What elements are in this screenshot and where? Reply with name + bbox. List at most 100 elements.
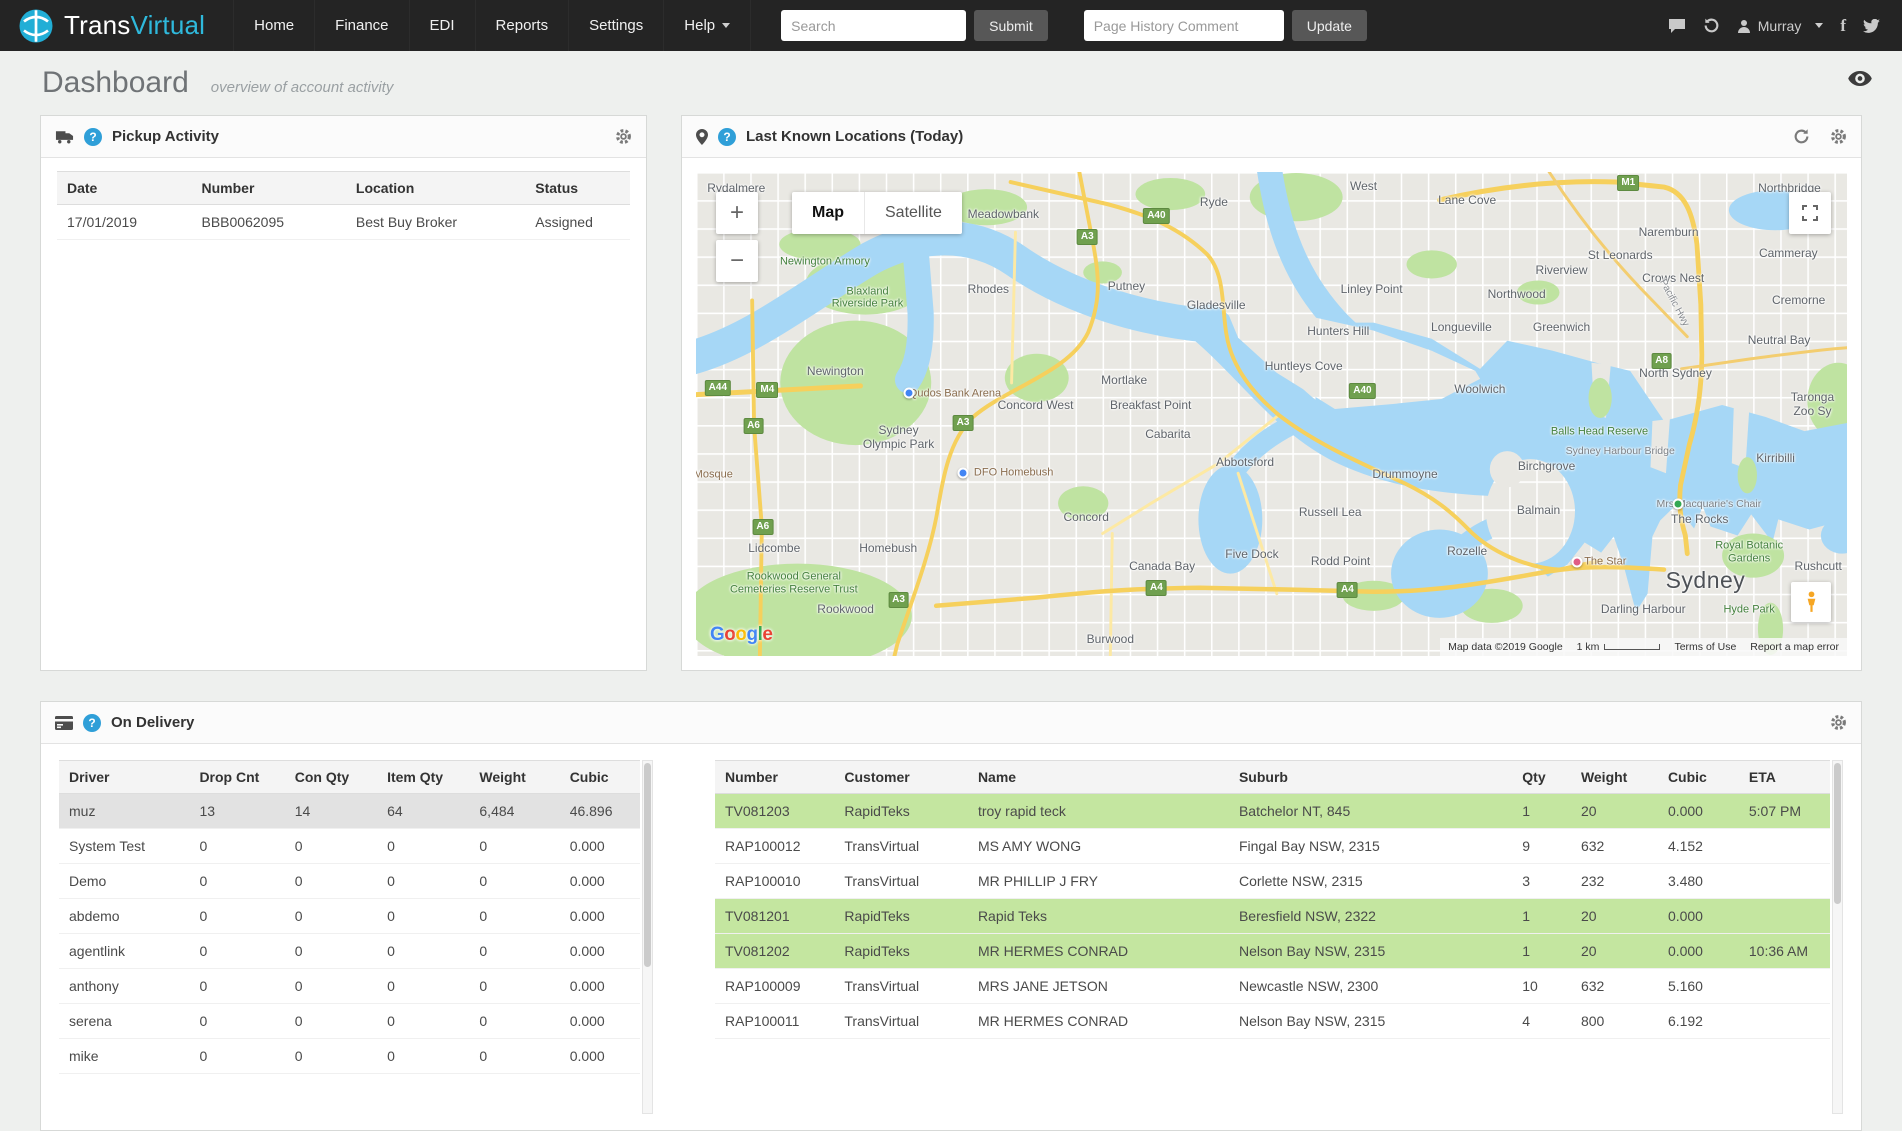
zoom-in-button[interactable]: + — [716, 192, 758, 234]
update-button[interactable]: Update — [1292, 10, 1367, 41]
table-cell — [1739, 899, 1830, 934]
table-cell: 1 — [1512, 934, 1571, 969]
table-cell: 64 — [377, 794, 469, 829]
table-cell: 0.000 — [560, 829, 640, 864]
gear-icon[interactable] — [1830, 128, 1847, 145]
table-row[interactable]: mike00000.000 — [59, 1039, 640, 1074]
nav-item-settings[interactable]: Settings — [568, 0, 663, 51]
table-cell: 0.000 — [560, 1039, 640, 1074]
eye-icon[interactable] — [1848, 71, 1872, 91]
table-row[interactable]: TV081203RapidTekstroy rapid teckBatchelo… — [715, 794, 1830, 829]
table-cell: 3 — [1512, 864, 1571, 899]
zoom-out-button[interactable]: − — [716, 240, 758, 282]
column-header: Date — [57, 172, 192, 205]
help-icon[interactable]: ? — [718, 128, 736, 146]
refresh-icon[interactable] — [1793, 128, 1810, 145]
table-cell: BBB0062095 — [192, 205, 346, 240]
terms-of-use-link[interactable]: Terms of Use — [1674, 641, 1736, 653]
poi-marker[interactable] — [958, 468, 969, 479]
table-row[interactable]: RAP100010TransVirtualMR PHILLIP J FRYCor… — [715, 864, 1830, 899]
column-header: Cubic — [1658, 761, 1739, 794]
chat-icon[interactable] — [1668, 18, 1686, 34]
map-data-text: Map data ©2019 Google — [1448, 641, 1563, 653]
fullscreen-icon[interactable] — [1789, 192, 1831, 234]
table-cell: agentlink — [59, 934, 189, 969]
table-cell: RAP100009 — [715, 969, 834, 1004]
gear-icon[interactable] — [615, 128, 632, 145]
nav-item-home[interactable]: Home — [233, 0, 314, 51]
table-cell: 800 — [1571, 1004, 1658, 1039]
table-cell: 0.000 — [560, 969, 640, 1004]
submit-button[interactable]: Submit — [974, 10, 1048, 41]
twitter-icon[interactable] — [1863, 19, 1880, 33]
report-map-error-link[interactable]: Report a map error — [1750, 641, 1839, 653]
table-row[interactable]: RAP100009TransVirtualMRS JANE JETSONNewc… — [715, 969, 1830, 1004]
map-type-satellite-button[interactable]: Satellite — [864, 192, 962, 234]
help-icon[interactable]: ? — [84, 128, 102, 146]
table-cell: 0.000 — [1658, 794, 1739, 829]
page-history-comment-input[interactable] — [1084, 10, 1284, 41]
table-row[interactable]: Demo00000.000 — [59, 864, 640, 899]
table-cell: 232 — [1571, 864, 1658, 899]
nav-item-reports[interactable]: Reports — [475, 0, 569, 51]
chevron-down-icon — [722, 23, 730, 28]
deliveries-container: NumberCustomerNameSuburbQtyWeightCubicET… — [715, 760, 1843, 1114]
column-header: Con Qty — [285, 761, 377, 794]
table-row[interactable]: System Test00000.000 — [59, 829, 640, 864]
poi-marker[interactable] — [1571, 556, 1582, 567]
table-cell: 3.480 — [1658, 864, 1739, 899]
poi-marker[interactable] — [1672, 499, 1683, 510]
table-header-row: NumberCustomerNameSuburbQtyWeightCubicET… — [715, 761, 1830, 794]
table-row[interactable]: RAP100012TransVirtualMS AMY WONGFingal B… — [715, 829, 1830, 864]
table-row[interactable]: 17/01/2019BBB0062095Best Buy BrokerAssig… — [57, 205, 630, 240]
nav-item-edi[interactable]: EDI — [409, 0, 475, 51]
column-header: Drop Cnt — [189, 761, 284, 794]
map-type-map-button[interactable]: Map — [792, 192, 864, 234]
search-input[interactable] — [781, 10, 966, 41]
table-cell: Nelson Bay NSW, 2315 — [1229, 1004, 1512, 1039]
history-icon[interactable] — [1703, 17, 1720, 34]
user-menu[interactable]: Murray — [1737, 18, 1824, 34]
table-row[interactable]: TV081202RapidTeksMR HERMES CONRADNelson … — [715, 934, 1830, 969]
facebook-icon[interactable]: f — [1840, 16, 1846, 36]
table-row[interactable]: RAP100011TransVirtualMR HERMES CONRADNel… — [715, 1004, 1830, 1039]
table-cell: 0 — [377, 934, 469, 969]
page-subtitle: overview of account activity — [211, 79, 394, 96]
table-cell: System Test — [59, 829, 189, 864]
app-logo[interactable]: TransVirtual — [14, 8, 217, 44]
table-row[interactable]: serena00000.000 — [59, 1004, 640, 1039]
nav-item-help-label: Help — [684, 17, 715, 34]
vertical-scrollbar[interactable] — [1832, 760, 1843, 1114]
column-header: Weight — [1571, 761, 1658, 794]
vertical-scrollbar[interactable] — [642, 760, 653, 1114]
gear-icon[interactable] — [1830, 714, 1847, 731]
poi-marker[interactable] — [903, 388, 914, 399]
google-map[interactable]: RydalmereWestNorthbridgeRydeLane CoveMea… — [696, 172, 1847, 656]
table-cell: 0 — [377, 969, 469, 1004]
locations-header: ? Last Known Locations (Today) — [682, 116, 1861, 158]
table-cell: 0.000 — [560, 899, 640, 934]
table-row[interactable]: anthony00000.000 — [59, 969, 640, 1004]
table-row[interactable]: muz1314646,48446.896 — [59, 794, 640, 829]
nav-item-finance[interactable]: Finance — [314, 0, 408, 51]
scrollbar-thumb[interactable] — [1834, 763, 1841, 904]
table-cell: MR PHILLIP J FRY — [968, 864, 1229, 899]
table-row[interactable]: TV081201RapidTeksRapid TeksBeresfield NS… — [715, 899, 1830, 934]
table-cell: 0 — [377, 864, 469, 899]
table-cell: 20 — [1571, 794, 1658, 829]
help-icon[interactable]: ? — [83, 714, 101, 732]
table-cell: 9 — [1512, 829, 1571, 864]
scrollbar-thumb[interactable] — [644, 763, 651, 967]
pegman-icon[interactable] — [1791, 582, 1831, 622]
driver-summary-table: DriverDrop CntCon QtyItem QtyWeightCubic… — [59, 760, 640, 1074]
nav-item-help[interactable]: Help — [663, 0, 751, 51]
panel-title: Pickup Activity — [112, 128, 219, 145]
column-header: Status — [525, 172, 630, 205]
user-name: Murray — [1758, 18, 1802, 34]
table-row[interactable]: agentlink00000.000 — [59, 934, 640, 969]
google-logo[interactable]: Google — [710, 624, 772, 646]
table-cell: Corlette NSW, 2315 — [1229, 864, 1512, 899]
table-row[interactable]: abdemo00000.000 — [59, 899, 640, 934]
table-cell: 6,484 — [469, 794, 559, 829]
table-cell: 632 — [1571, 969, 1658, 1004]
